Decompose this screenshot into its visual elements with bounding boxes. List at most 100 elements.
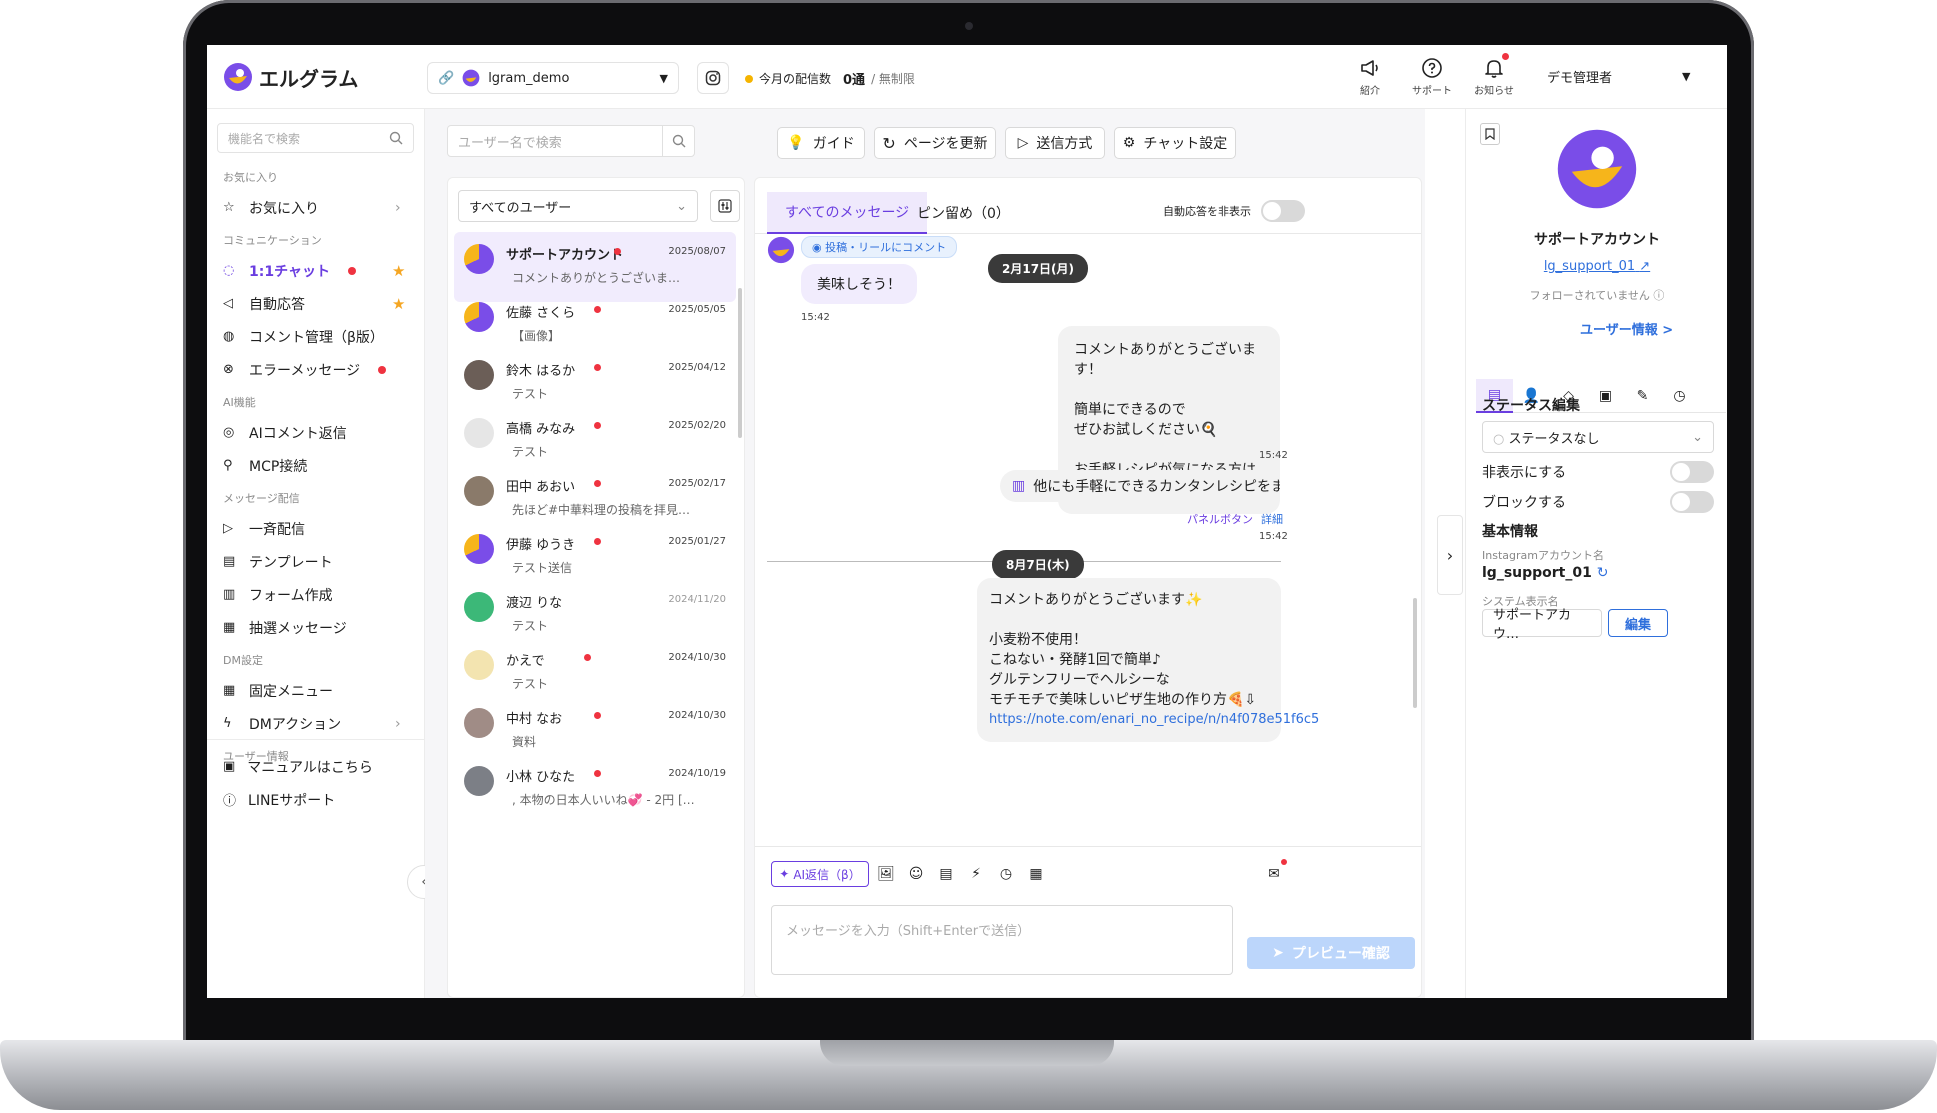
sidebar-item[interactable]: ▦ 固定メニュー <box>207 674 424 707</box>
feature-search-input[interactable]: 機能名で検索 <box>217 123 414 153</box>
filter-settings-button[interactable] <box>710 190 740 222</box>
refresh-icon: ↻ <box>882 133 896 153</box>
sidebar-footer: ▣ マニュアルはこちら ⓘ LINEサポート <box>207 739 425 816</box>
tab-history[interactable]: ◷ <box>1661 379 1698 413</box>
outgoing-text-2: コメントありがとうございます✨ 小麦粉不使用！ こねない・発酵1回で簡単♪ グル… <box>989 592 1257 708</box>
sidebar-item[interactable]: ◍ コメント管理（β版） <box>207 320 424 353</box>
conversation-date: 2024/10/30 <box>668 652 726 663</box>
outgoing-message-2: コメントありがとうございます✨ 小麦粉不使用！ こねない・発酵1回で簡単♪ グル… <box>977 578 1319 742</box>
sidebar-section-title: コミュニケーション <box>223 234 322 247</box>
intro-button[interactable]: 紹介 <box>1350 57 1390 97</box>
sidebar-item[interactable]: ▷ 一斉配信 <box>207 512 424 545</box>
action-button[interactable]: ⚡ <box>965 863 987 885</box>
chat-icon: ◌ <box>223 263 235 278</box>
image-button[interactable]: 🖼 <box>875 863 897 885</box>
search-button[interactable] <box>662 126 694 156</box>
hide-user-toggle[interactable] <box>1670 461 1714 483</box>
gear-icon: ⚙ <box>1122 135 1136 151</box>
sidebar-item[interactable]: ◁ 自動応答 ★ <box>207 287 424 320</box>
sidebar-item[interactable]: ▦ 抽選メッセージ <box>207 611 424 644</box>
star-icon[interactable]: ★ <box>392 262 405 280</box>
logo[interactable]: エルグラム <box>223 62 358 92</box>
refresh-button[interactable]: ↻ ページを更新 <box>874 127 996 159</box>
comment-badge: ◉ 投稿・リールにコメント <box>801 236 958 258</box>
emoji-icon: ☺ <box>908 866 924 882</box>
panel-text: 他にも手軽にできるカンタンレシピをまと… <box>1033 479 1280 495</box>
admin-menu[interactable]: デモ管理者 ▼ <box>1547 67 1690 86</box>
tab-pinned[interactable]: ピン留め（0） <box>899 192 1028 234</box>
chat-settings-button[interactable]: ⚙ チャット設定 <box>1114 127 1236 159</box>
info-icon: ⓘ <box>1653 289 1665 302</box>
sidebar-item-label: MCP接続 <box>249 458 308 475</box>
calendar-button[interactable]: ▦ <box>1025 863 1047 885</box>
refresh-icon[interactable]: ↻ <box>1597 565 1609 581</box>
incoming-message: 美味しそう！ <box>801 264 917 304</box>
sidebar-item[interactable]: ▤ テンプレート <box>207 545 424 578</box>
recipe-link[interactable]: https://note.com/enari_no_recipe/n/n4f07… <box>989 710 1319 730</box>
star-icon[interactable]: ★ <box>392 295 405 313</box>
user-avatar <box>464 360 494 390</box>
instagram-icon <box>705 70 721 86</box>
preview-button[interactable]: ➤ プレビュー確認 <box>1247 937 1415 969</box>
user-filter-select[interactable]: すべてのユーザー ⌄ <box>458 190 698 222</box>
user-search-input[interactable]: ユーザー名で検索 <box>447 125 695 157</box>
manual-link[interactable]: ▣ マニュアルはこちら <box>207 750 425 783</box>
sidebar-item[interactable]: ⊗ エラーメッセージ <box>207 353 424 386</box>
status-select[interactable]: ○ ステータスなし ⌄ <box>1482 421 1714 453</box>
block-user-toggle[interactable] <box>1670 491 1714 513</box>
history-icon: ◷ <box>1673 388 1686 404</box>
sidebar-item[interactable]: ◌ 1:1チャット ★ <box>207 254 424 287</box>
sidebar-item-label: 自動応答 <box>249 296 305 313</box>
notifications-button[interactable]: お知らせ <box>1474 53 1514 97</box>
panel-button-link[interactable]: パネルボタン <box>1187 511 1253 527</box>
emoji-button[interactable]: ☺ <box>905 863 927 885</box>
conversation-item[interactable]: 小林 ひなた 2024/10/19, 本物の日本人いいね💞 - 2円 [… <box>454 754 736 824</box>
form-icon: ▥ <box>223 587 236 602</box>
chat-scrollbar[interactable] <box>1413 598 1417 708</box>
ai-reply-button[interactable]: ✦ AI返信（β） <box>771 861 869 887</box>
instagram-button[interactable] <box>697 62 729 94</box>
user-info-link[interactable]: ユーザー情報 > <box>1580 319 1673 338</box>
mail-button[interactable]: ✉ <box>1263 859 1287 885</box>
edit-button[interactable]: 編集 <box>1608 609 1668 637</box>
send-method-button[interactable]: ▷ 送信方式 <box>1005 127 1105 159</box>
message-input[interactable]: メッセージを入力（Shift+Enterで送信） <box>771 905 1233 975</box>
mail-dot <box>1281 859 1287 865</box>
hide-user-row: 非表示にする <box>1482 461 1714 483</box>
panel-detail-label: 詳細 <box>1261 513 1283 526</box>
laptop-mockup: エルグラム 🔗 lgram_demo ▼ 今月の配信数 0通 / 無制限 紹介 … <box>0 0 1937 1113</box>
feature-search-placeholder: 機能名で検索 <box>228 131 301 146</box>
account-selector[interactable]: 🔗 lgram_demo ▼ <box>427 62 679 94</box>
profile-handle-link[interactable]: lg_support_01 ↗ <box>1466 259 1727 274</box>
panel-detail-link[interactable]: 詳細 <box>1261 511 1283 527</box>
sidebar-item[interactable]: ☆ お気に入り › <box>207 191 424 224</box>
guide-button[interactable]: 💡 ガイド <box>777 127 865 159</box>
unread-dot <box>614 248 621 255</box>
chevron-right-icon: › <box>395 715 401 732</box>
conversation-scrollbar[interactable] <box>738 288 742 438</box>
conversation-preview: テスト <box>512 387 549 401</box>
tab-notes[interactable]: ✎ <box>1624 379 1661 413</box>
system-name-input[interactable]: サポートアカウ… <box>1482 608 1602 642</box>
unread-dot <box>378 365 387 374</box>
conversation-date: 2024/11/20 <box>668 594 726 605</box>
sidebar-item[interactable]: ⚲ MCP接続 <box>207 449 424 482</box>
tab-all-label: すべてのメッセージ <box>785 205 910 221</box>
caret-down-icon: ▼ <box>659 71 668 85</box>
unread-dot <box>594 538 601 545</box>
template-button[interactable]: ▤ <box>935 863 957 885</box>
clock-icon: ◷ <box>999 866 1013 882</box>
schedule-button[interactable]: ◷ <box>995 863 1017 885</box>
sidebar-item[interactable]: ▥ フォーム作成 <box>207 578 424 611</box>
profile-avatar <box>1557 129 1637 209</box>
expand-panel-button[interactable]: › <box>1437 515 1463 595</box>
conversation-preview: 【画像】 <box>512 329 561 343</box>
line-support-link[interactable]: ⓘ LINEサポート <box>207 783 425 816</box>
sidebar-item[interactable]: ◎ AIコメント返信 <box>207 416 424 449</box>
tab-forms[interactable]: ▣ <box>1587 379 1624 413</box>
form-icon: ▣ <box>1598 388 1613 404</box>
support-button[interactable]: サポート <box>1412 57 1452 97</box>
sidebar-item[interactable]: ϟ DMアクション › <box>207 707 424 740</box>
bookmark-button[interactable] <box>1480 123 1500 145</box>
hide-auto-toggle[interactable] <box>1261 200 1305 222</box>
